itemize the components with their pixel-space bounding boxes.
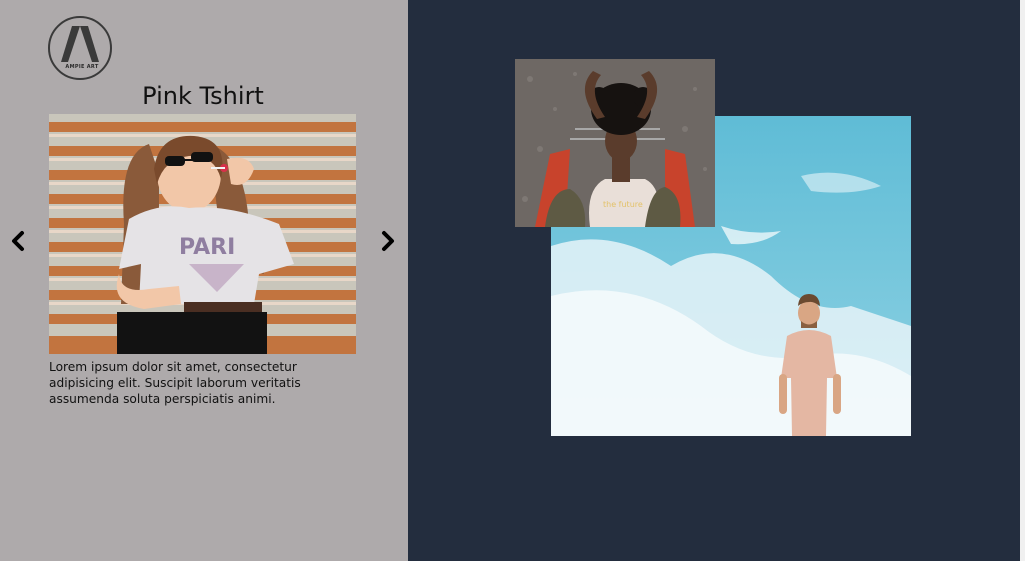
product-title: Pink Tshirt bbox=[142, 82, 264, 110]
product-image: PARI bbox=[49, 114, 356, 354]
logo-text: AMPIE ART bbox=[65, 64, 99, 70]
chevron-right-icon bbox=[382, 231, 394, 251]
next-button[interactable] bbox=[376, 229, 400, 253]
page: AMPIE ART Pink Tshirt PARI Lorem ipsum d… bbox=[0, 0, 1025, 561]
prev-button[interactable] bbox=[6, 229, 30, 253]
brand-logo[interactable]: AMPIE ART bbox=[48, 16, 112, 80]
product-description: Lorem ipsum dolor sit amet, consectetur … bbox=[49, 360, 301, 406]
gallery-photo-couch: the future bbox=[515, 59, 715, 227]
svg-text:PARI: PARI bbox=[179, 235, 235, 260]
chevron-left-icon bbox=[12, 231, 24, 251]
product-panel: AMPIE ART Pink Tshirt PARI Lorem ipsum d… bbox=[0, 0, 408, 561]
svg-text:the future: the future bbox=[603, 200, 643, 209]
scrollbar[interactable] bbox=[1020, 0, 1025, 561]
